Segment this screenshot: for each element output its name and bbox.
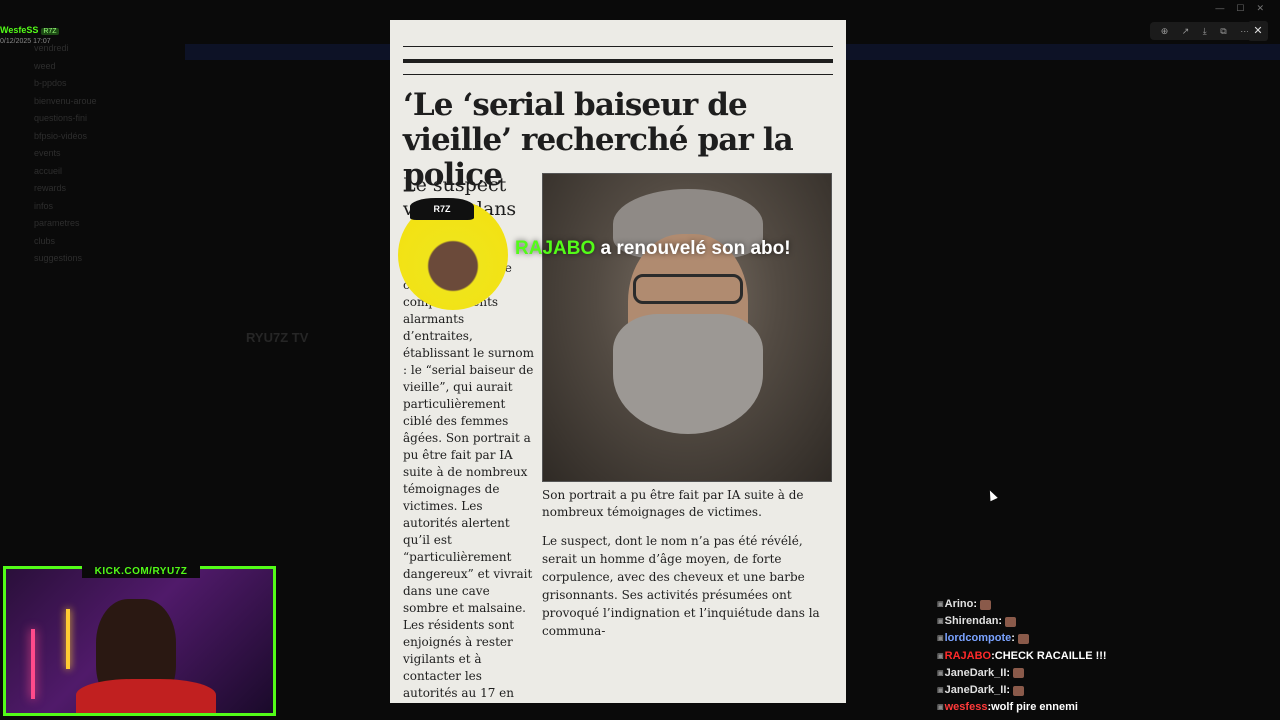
background-sidebar-item: parametres <box>34 218 80 228</box>
zoom-in-icon[interactable]: ⊕ <box>1161 26 1169 37</box>
portrait-glasses <box>633 274 743 304</box>
chat-badge-icon: ▣ <box>937 635 944 643</box>
chat-message: ▣ JaneDark_II: <box>937 682 1187 699</box>
streamer-name: WesfeSS <box>0 25 39 35</box>
emote-icon <box>980 599 992 610</box>
chat-badge-icon: ▣ <box>937 687 944 695</box>
newspaper-body-right: Le suspect, dont le nom n’a pas été révé… <box>542 534 820 638</box>
background-sidebar-item: accueil <box>34 165 63 176</box>
streamer-info: WesfeSS R7Z 0/12/2025 17:07 <box>0 20 59 45</box>
suspect-portrait <box>542 173 832 482</box>
chat-username[interactable]: Arino <box>945 596 974 613</box>
emote-icon <box>1005 616 1017 627</box>
chat-username[interactable]: JaneDark_II <box>945 682 1007 699</box>
chat-text: wolf pire ennemi <box>991 701 1078 714</box>
webcam-feed <box>3 566 276 716</box>
chat-overlay: ▣ Arino: ▣ Shirendan: ▣ lordcompote: ▣ RAJAB… <box>937 596 1187 716</box>
newspaper-image: ‘Le ‘serial baiseur de vieille’ recherch… <box>390 20 846 703</box>
chat-message: ▣ lordcompote: <box>937 630 1187 647</box>
chat-badge-icon: ▣ <box>937 652 944 660</box>
background-sidebar-item: events <box>34 148 61 158</box>
chat-separator: : <box>998 615 1003 628</box>
alert-avatar-cap: R7Z <box>410 198 474 220</box>
background-channel-name: RYU7Z TV <box>246 330 309 345</box>
kick-channel-label: KICK.COM/RYU7Z <box>82 565 200 578</box>
chat-separator: : <box>973 598 978 610</box>
emote-icon <box>1013 668 1025 679</box>
header-rule-thick <box>403 59 833 63</box>
chat-badge-icon: ▣ <box>937 669 944 677</box>
share-icon[interactable]: ↗ <box>1182 26 1190 37</box>
chat-username[interactable]: JaneDark_II <box>945 665 1007 682</box>
chat-username[interactable]: lordcompote <box>945 630 1012 647</box>
background-sidebar-item: infos <box>34 200 54 211</box>
chat-badge-icon: ▣ <box>937 618 944 626</box>
chat-message: ▣ Arino: <box>937 596 1187 613</box>
header-rule <box>403 74 833 75</box>
background-sidebar-item: bfpsio-vidéos <box>34 130 88 141</box>
chat-badge-icon: ▣ <box>937 704 944 712</box>
streamer-badge: R7Z <box>41 28 59 35</box>
background-sidebar-item: questions-fini <box>34 113 88 123</box>
chat-username[interactable]: Shirendan <box>945 613 999 630</box>
header-rule <box>403 46 833 47</box>
chat-message: ▣ JaneDark_II: <box>937 665 1187 682</box>
open-external-icon[interactable]: ⧉ <box>1220 26 1226 37</box>
chat-username[interactable]: wesfess <box>945 699 988 716</box>
chat-message: ▣ Shirendan: <box>937 613 1187 630</box>
chat-message: ▣ RAJABO: CHECK RACAILLE !!! <box>937 648 1187 665</box>
chat-username[interactable]: RAJABO <box>945 648 991 665</box>
streamer-date: 0/12/2025 17:07 <box>0 38 51 45</box>
chat-separator: : <box>1006 684 1011 697</box>
emote-icon <box>1017 634 1029 644</box>
portrait-beard <box>613 314 763 434</box>
chat-separator: : <box>1006 666 1011 679</box>
chat-separator: : <box>1011 632 1015 645</box>
photo-caption: Son portrait a pu être fait par IA suite… <box>542 488 804 519</box>
newspaper-body-left: … a été aperçu se conduisant de comporte… <box>403 261 534 700</box>
background-sidebar-item: bienvenu-aroue <box>34 95 97 106</box>
maximize-icon[interactable]: ☐ <box>1236 3 1244 14</box>
background-sidebar-item: weed <box>34 60 56 71</box>
background-sidebar-item: b-ppdos <box>34 78 67 88</box>
chat-text: CHECK RACAILLE !!! <box>994 649 1107 662</box>
download-icon[interactable]: ⤓ <box>1203 26 1207 37</box>
webcam-shirt <box>76 679 216 713</box>
background-sidebar-item: clubs <box>34 235 56 246</box>
minimize-icon[interactable]: — <box>1215 3 1224 14</box>
sub-alert-message: a renouvelé son abo! <box>600 238 791 259</box>
sub-alert-user: RAJABO <box>515 238 596 259</box>
chat-message: ▣ wesfess: wolf pire ennemi <box>937 699 1187 716</box>
background-sidebar-item: rewards <box>34 183 67 193</box>
close-viewer-button[interactable]: ✕ <box>1248 21 1268 41</box>
window-close-icon[interactable]: ✕ <box>1256 3 1264 14</box>
webcam-light <box>66 609 70 669</box>
image-viewer-toolbar: ⊕ ↗ ⤓ ⧉ ⋯ <box>1150 22 1260 40</box>
window-controls: — ☐ ✕ <box>1215 3 1264 14</box>
background-sidebar-item: suggestions <box>34 253 83 263</box>
chat-badge-icon: ▣ <box>937 601 944 608</box>
background-sidebar: vendredi weed b-ppdos bienvenu-aroue questio… <box>0 40 180 600</box>
subscription-alert: RAJABO a renouvelé son abo! <box>515 238 791 260</box>
webcam-light <box>31 629 35 699</box>
emote-icon <box>1013 685 1025 696</box>
